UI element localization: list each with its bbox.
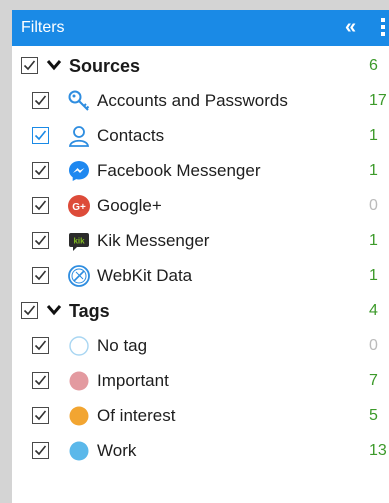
sources-count: 6 bbox=[369, 57, 378, 74]
key-icon bbox=[68, 90, 90, 111]
webkit-icon bbox=[68, 265, 90, 287]
svg-text:G+: G+ bbox=[72, 202, 86, 213]
source-checkbox[interactable] bbox=[32, 197, 49, 214]
google-plus-icon: G+ bbox=[68, 195, 90, 217]
source-checkbox[interactable] bbox=[32, 232, 49, 249]
source-count: 1 bbox=[369, 232, 378, 249]
vertical-ellipsis-icon[interactable] bbox=[381, 18, 385, 38]
tags-checkbox[interactable] bbox=[21, 302, 38, 319]
empty-circle-icon bbox=[69, 336, 89, 356]
tag-label: Work bbox=[97, 441, 137, 460]
source-label: WebKit Data bbox=[97, 266, 193, 285]
tag-item-of-interest[interactable]: Of interest 5 bbox=[12, 399, 389, 434]
chevron-down-icon[interactable] bbox=[46, 58, 62, 72]
panel-title: Filters bbox=[21, 19, 65, 36]
source-count: 1 bbox=[369, 267, 378, 284]
source-checkbox[interactable] bbox=[32, 267, 49, 284]
sources-checkbox[interactable] bbox=[21, 57, 38, 74]
blue-dot-icon bbox=[69, 441, 89, 461]
tag-count: 0 bbox=[369, 337, 378, 354]
source-item-kik-messenger[interactable]: kik Kik Messenger 1 bbox=[12, 224, 389, 259]
source-item-accounts-and-passwords[interactable]: Accounts and Passwords 17 bbox=[12, 84, 389, 119]
source-item-contacts[interactable]: Contacts 1 bbox=[12, 119, 389, 154]
source-label: Facebook Messenger bbox=[97, 161, 261, 180]
source-label: Google+ bbox=[97, 196, 162, 215]
source-checkbox[interactable] bbox=[32, 162, 49, 179]
source-checkbox[interactable] bbox=[32, 92, 49, 109]
tag-item-important[interactable]: Important 7 bbox=[12, 364, 389, 399]
tag-item-no-tag[interactable]: No tag 0 bbox=[12, 329, 389, 364]
tag-item-work[interactable]: Work 13 bbox=[12, 434, 389, 469]
tags-label: Tags bbox=[69, 301, 110, 321]
tag-count: 5 bbox=[369, 407, 378, 424]
source-label: Accounts and Passwords bbox=[97, 91, 288, 110]
source-count: 1 bbox=[369, 127, 378, 144]
sources-label: Sources bbox=[69, 56, 141, 76]
chevron-down-icon[interactable] bbox=[46, 303, 62, 317]
tag-count: 7 bbox=[369, 372, 378, 389]
messenger-icon bbox=[69, 161, 89, 181]
source-checkbox[interactable] bbox=[32, 127, 49, 144]
group-tags[interactable]: Tags 4 bbox=[12, 294, 389, 329]
tag-label: Of interest bbox=[97, 406, 176, 425]
kik-icon: kik bbox=[69, 233, 89, 251]
source-count: 17 bbox=[369, 92, 387, 109]
source-item-google-plus[interactable]: G+ Google+ 0 bbox=[12, 189, 389, 224]
tag-checkbox[interactable] bbox=[32, 372, 49, 389]
source-count: 1 bbox=[369, 162, 378, 179]
tag-label: Important bbox=[97, 371, 169, 390]
svg-text:kik: kik bbox=[73, 237, 85, 246]
person-icon bbox=[68, 126, 90, 147]
filters-panel: Filters « Sources 6 Accounts and Passwor… bbox=[12, 10, 389, 503]
orange-dot-icon bbox=[69, 406, 89, 426]
tag-checkbox[interactable] bbox=[32, 442, 49, 459]
pink-dot-icon bbox=[69, 371, 89, 391]
tag-count: 13 bbox=[369, 442, 387, 459]
tag-label: No tag bbox=[97, 336, 148, 355]
source-count: 0 bbox=[369, 197, 378, 214]
tag-checkbox[interactable] bbox=[32, 407, 49, 424]
group-sources[interactable]: Sources 6 bbox=[12, 49, 389, 84]
source-label: Kik Messenger bbox=[97, 231, 210, 250]
tags-count: 4 bbox=[369, 302, 378, 319]
tag-checkbox[interactable] bbox=[32, 337, 49, 354]
source-item-webkit-data[interactable]: WebKit Data 1 bbox=[12, 259, 389, 294]
source-label: Contacts bbox=[97, 126, 165, 145]
double-chevron-left-icon[interactable]: « bbox=[345, 16, 356, 39]
filters-header: Filters « bbox=[12, 10, 389, 46]
source-item-facebook-messenger[interactable]: Facebook Messenger 1 bbox=[12, 154, 389, 189]
